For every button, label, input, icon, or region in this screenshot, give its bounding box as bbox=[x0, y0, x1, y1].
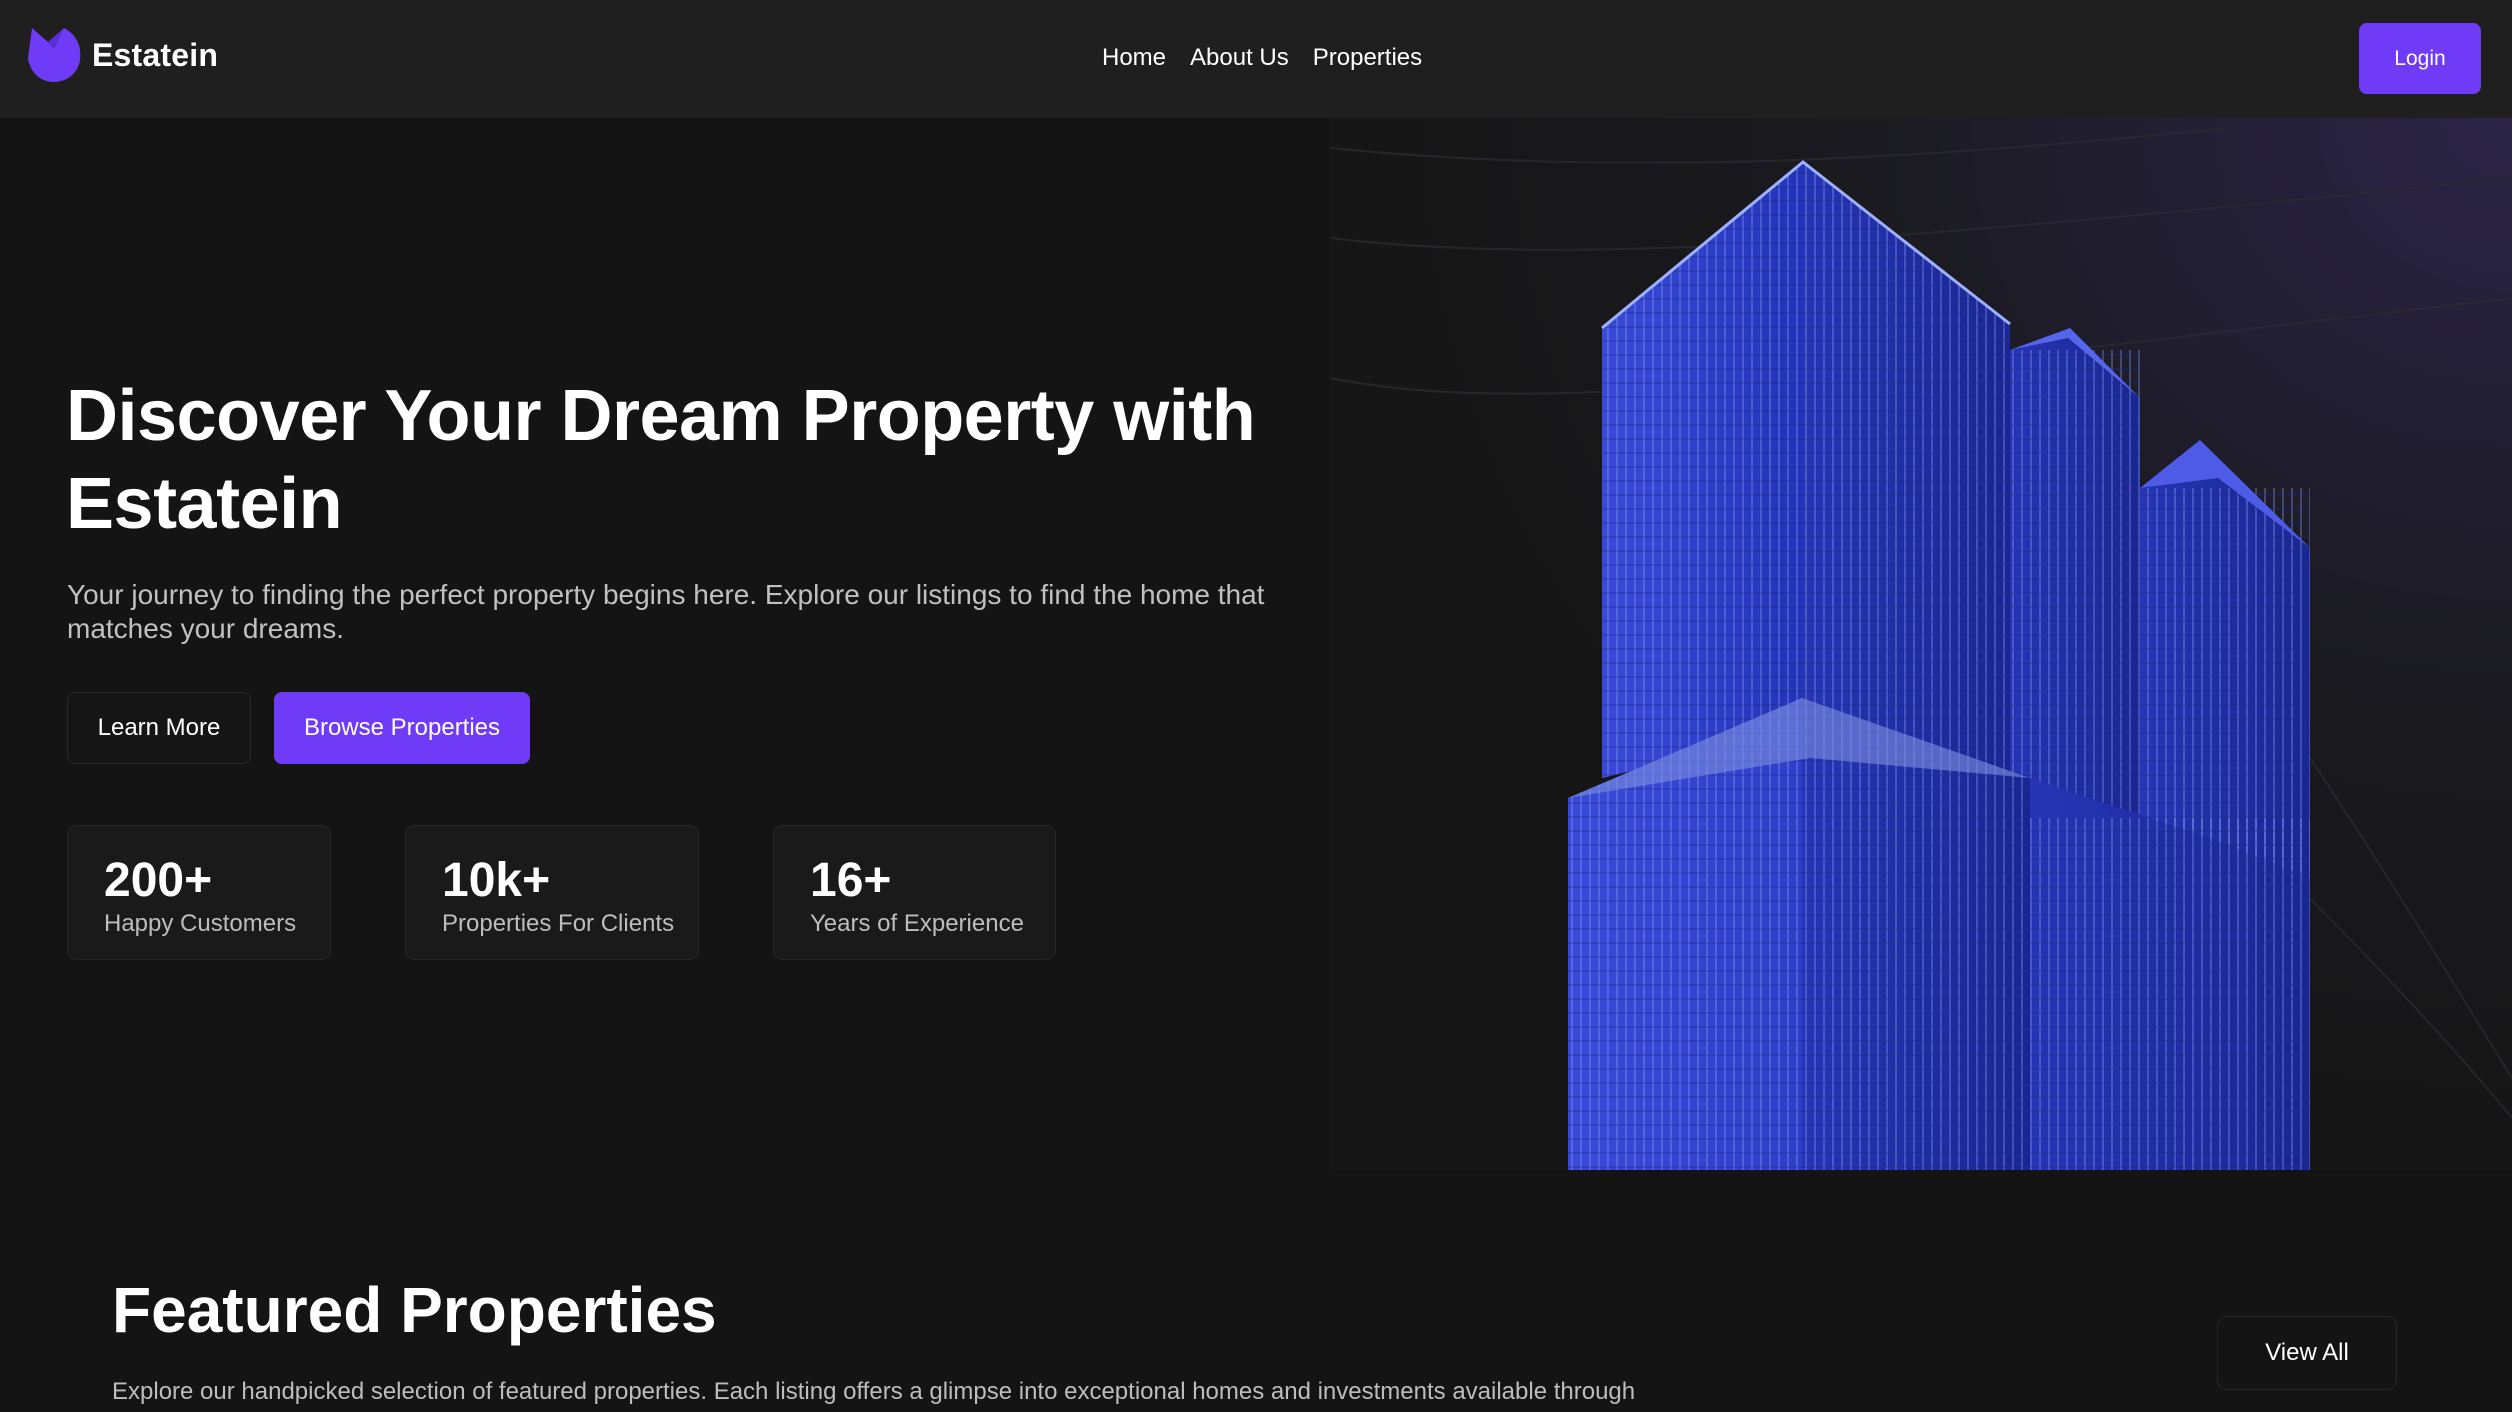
brand-name: Estatein bbox=[92, 36, 219, 73]
nav-properties[interactable]: Properties bbox=[1313, 40, 1422, 76]
site-header: Estatein Home About Us Properties Login bbox=[0, 0, 2512, 118]
stat-value: 16+ bbox=[810, 854, 892, 907]
stat-card-experience: 16+ Years of Experience bbox=[773, 825, 1056, 960]
nav-about-us[interactable]: About Us bbox=[1190, 40, 1289, 76]
hero-description: Your journey to finding the perfect prop… bbox=[67, 579, 1265, 644]
login-button[interactable]: Login bbox=[2359, 23, 2481, 94]
stat-label: Properties For Clients bbox=[442, 910, 675, 937]
hero-building-image bbox=[1330, 118, 2512, 1170]
featured-description: Explore our handpicked selection of feat… bbox=[112, 1378, 1636, 1405]
hero-title: Discover Your Dream Property with Estate… bbox=[66, 376, 1256, 544]
estatein-logo-icon bbox=[28, 28, 81, 82]
view-all-button[interactable]: View All bbox=[2217, 1316, 2397, 1390]
browse-properties-button[interactable]: Browse Properties bbox=[274, 692, 530, 764]
stat-card-properties: 10k+ Properties For Clients bbox=[405, 825, 699, 960]
building-illustration bbox=[1330, 127, 2512, 1170]
stat-value: 200+ bbox=[104, 854, 213, 907]
brand-logo[interactable]: Estatein bbox=[26, 26, 218, 84]
stat-label: Happy Customers bbox=[104, 910, 297, 937]
nav-home[interactable]: Home bbox=[1102, 40, 1166, 76]
featured-title: Featured Properties bbox=[112, 1274, 717, 1346]
learn-more-button[interactable]: Learn More bbox=[67, 692, 251, 764]
main-nav: Home About Us Properties bbox=[1102, 40, 1422, 76]
stat-value: 10k+ bbox=[442, 854, 551, 907]
stat-label: Years of Experience bbox=[810, 910, 1024, 937]
stat-card-customers: 200+ Happy Customers bbox=[67, 825, 331, 960]
